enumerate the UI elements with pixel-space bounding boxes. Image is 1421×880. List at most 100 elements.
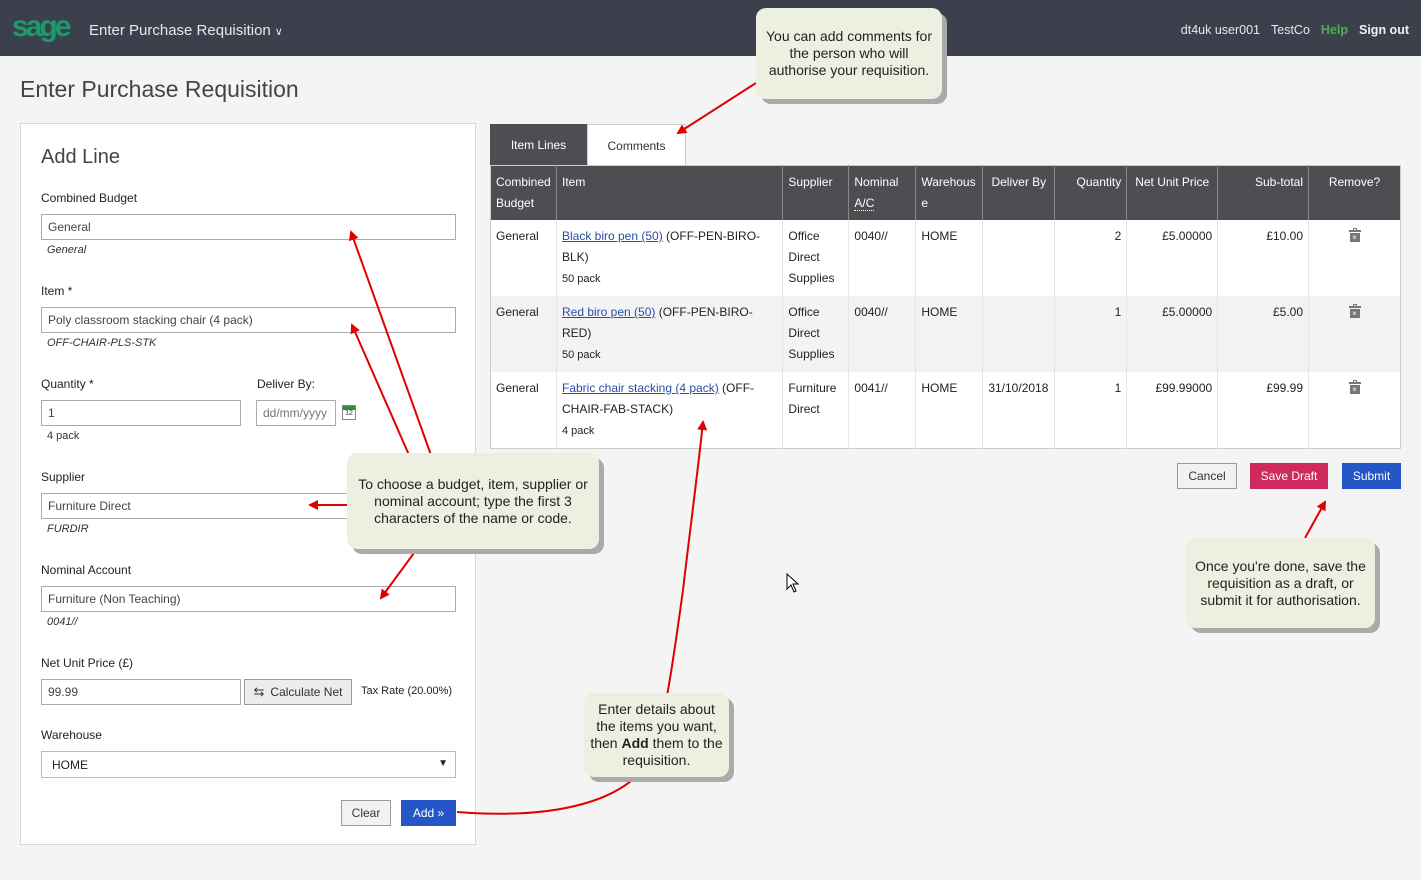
col-warehouse[interactable]: Warehous e: [915, 165, 983, 220]
table-row: General Fabric chair stacking (4 pack) (…: [490, 372, 1401, 449]
help-link[interactable]: Help: [1321, 23, 1348, 37]
cell-nominal: 0041//: [848, 372, 916, 449]
trash-icon[interactable]: ×: [1348, 228, 1361, 242]
app-title: Enter Purchase Requisition: [89, 22, 271, 39]
nominal-account-label: Nominal Account: [41, 563, 132, 577]
deliver-by-input[interactable]: [256, 400, 336, 426]
cell-remove: ×: [1308, 296, 1401, 372]
tab-item-lines[interactable]: Item Lines: [490, 124, 587, 166]
item-input[interactable]: [41, 307, 456, 333]
item-hint: OFF-CHAIR-PLS-STK: [47, 337, 157, 349]
nominal-account-input[interactable]: [41, 586, 456, 612]
tax-rate-text: Tax Rate (20.00%): [361, 685, 453, 697]
supplier-label: Supplier: [41, 470, 86, 484]
quantity-input[interactable]: [41, 400, 241, 426]
company-name[interactable]: TestCo: [1271, 23, 1310, 37]
cell-quantity: 2: [1054, 220, 1127, 296]
cell-budget: General: [490, 296, 557, 372]
calculate-net-label: Calculate Net: [270, 685, 343, 699]
add-line-title: Add Line: [41, 146, 120, 168]
cell-quantity: 1: [1054, 372, 1127, 449]
calculate-net-button[interactable]: ⇆ Calculate Net: [244, 679, 352, 705]
net-unit-price-label: Net Unit Price (£): [41, 656, 134, 670]
cell-budget: General: [490, 372, 557, 449]
clear-button[interactable]: Clear: [341, 800, 391, 826]
cell-warehouse: HOME: [915, 372, 983, 449]
item-label: Item *: [41, 284, 73, 298]
supplier-hint: FURDIR: [47, 523, 89, 535]
warehouse-select[interactable]: HOME ▼: [41, 751, 456, 778]
top-bar: sage Enter Purchase Requisition ∨ dt4uk u…: [0, 0, 1421, 56]
app-menu[interactable]: Enter Purchase Requisition ∨: [89, 22, 283, 39]
cell-warehouse: HOME: [915, 296, 983, 372]
sign-out-link[interactable]: Sign out: [1359, 23, 1409, 37]
cell-nominal: 0040//: [848, 220, 916, 296]
cell-budget: General: [490, 220, 557, 296]
item-link[interactable]: Fabric chair stacking (4 pack): [562, 381, 719, 395]
cell-deliver-by: [982, 220, 1055, 296]
net-unit-price-input[interactable]: [41, 679, 241, 705]
item-link[interactable]: Black biro pen (50): [562, 229, 663, 243]
cell-item: Black biro pen (50) (OFF-PEN-BIRO-BLK) 50…: [555, 220, 783, 296]
calendar-icon[interactable]: 12: [342, 405, 356, 420]
table-row: General Red biro pen (50) (OFF-PEN-BIRO-…: [490, 296, 1401, 372]
item-link[interactable]: Red biro pen (50): [562, 305, 655, 319]
combined-budget-hint: General: [47, 244, 87, 256]
cell-net-unit-price: £5.00000: [1126, 296, 1218, 372]
cell-remove: ×: [1308, 220, 1401, 296]
callout-choose: To choose a budget, item, supplier or no…: [347, 453, 599, 549]
user-nav: dt4uk user001 TestCo Help Sign out: [1181, 23, 1409, 37]
arrow-comments: [676, 82, 757, 135]
cell-deliver-by: [982, 296, 1055, 372]
cell-subtotal: £5.00: [1217, 296, 1309, 372]
swap-arrows-icon: ⇆: [253, 684, 265, 699]
quantity-label: Quantity *: [41, 377, 94, 391]
item-lines-table: Combined Budget Item Supplier Nominal A/C …: [490, 165, 1401, 449]
col-net-unit-price[interactable]: Net Unit Price: [1126, 165, 1218, 220]
pack-size: 4 pack: [561, 425, 595, 437]
cell-supplier: Office Direct Supplies: [782, 220, 849, 296]
calendar-day: 12: [345, 410, 353, 417]
user-name[interactable]: dt4uk user001: [1181, 23, 1260, 37]
callout-done: Once you're done, save the requisition a…: [1186, 538, 1375, 628]
cell-item: Red biro pen (50) (OFF-PEN-BIRO-RED) 50 p…: [555, 296, 783, 372]
deliver-by-label: Deliver By:: [257, 377, 316, 391]
callout-enter-details: Enter details about the items you want, …: [584, 693, 729, 777]
table-row: General Black biro pen (50) (OFF-PEN-BIR…: [490, 220, 1401, 296]
cell-quantity: 1: [1054, 296, 1127, 372]
cell-supplier: Office Direct Supplies: [782, 296, 849, 372]
cell-warehouse: HOME: [915, 220, 983, 296]
trash-icon[interactable]: ×: [1348, 304, 1361, 318]
cell-nominal: 0040//: [848, 296, 916, 372]
table-header-row: Combined Budget Item Supplier Nominal A/C …: [490, 165, 1401, 220]
col-nominal[interactable]: Nominal A/C: [848, 165, 916, 220]
cell-deliver-by: 31/10/2018: [982, 372, 1055, 449]
arrow-save: [1304, 500, 1326, 539]
cell-net-unit-price: £5.00000: [1126, 220, 1218, 296]
submit-button[interactable]: Submit: [1342, 463, 1401, 489]
add-button[interactable]: Add »: [401, 800, 456, 826]
col-supplier[interactable]: Supplier: [782, 165, 849, 220]
col-combined-budget[interactable]: Combined Budget: [490, 165, 557, 220]
sage-logo[interactable]: sage: [12, 12, 71, 42]
cell-subtotal: £10.00: [1217, 220, 1309, 296]
pack-size: 50 pack: [561, 349, 601, 361]
cell-supplier: Furniture Direct: [782, 372, 849, 449]
col-item[interactable]: Item: [555, 165, 783, 220]
col-subtotal[interactable]: Sub-total: [1217, 165, 1309, 220]
cell-item: Fabric chair stacking (4 pack) (OFF-CHAI…: [555, 372, 783, 449]
save-draft-button[interactable]: Save Draft: [1250, 463, 1328, 489]
warehouse-value: HOME: [52, 758, 88, 772]
cancel-button[interactable]: Cancel: [1177, 463, 1237, 489]
dropdown-arrow-icon: ▼: [438, 758, 448, 769]
callout-comments: You can add comments for the person who …: [756, 8, 942, 99]
col-deliver-by[interactable]: Deliver By: [982, 165, 1055, 220]
tab-comments[interactable]: Comments: [587, 124, 686, 166]
cell-net-unit-price: £99.99000: [1126, 372, 1218, 449]
combined-budget-input[interactable]: [41, 214, 456, 240]
warehouse-label: Warehouse: [41, 728, 102, 742]
col-quantity[interactable]: Quantity: [1054, 165, 1127, 220]
col-remove: Remove?: [1308, 165, 1401, 220]
mouse-cursor-icon: [786, 573, 800, 593]
trash-icon[interactable]: ×: [1348, 380, 1361, 394]
